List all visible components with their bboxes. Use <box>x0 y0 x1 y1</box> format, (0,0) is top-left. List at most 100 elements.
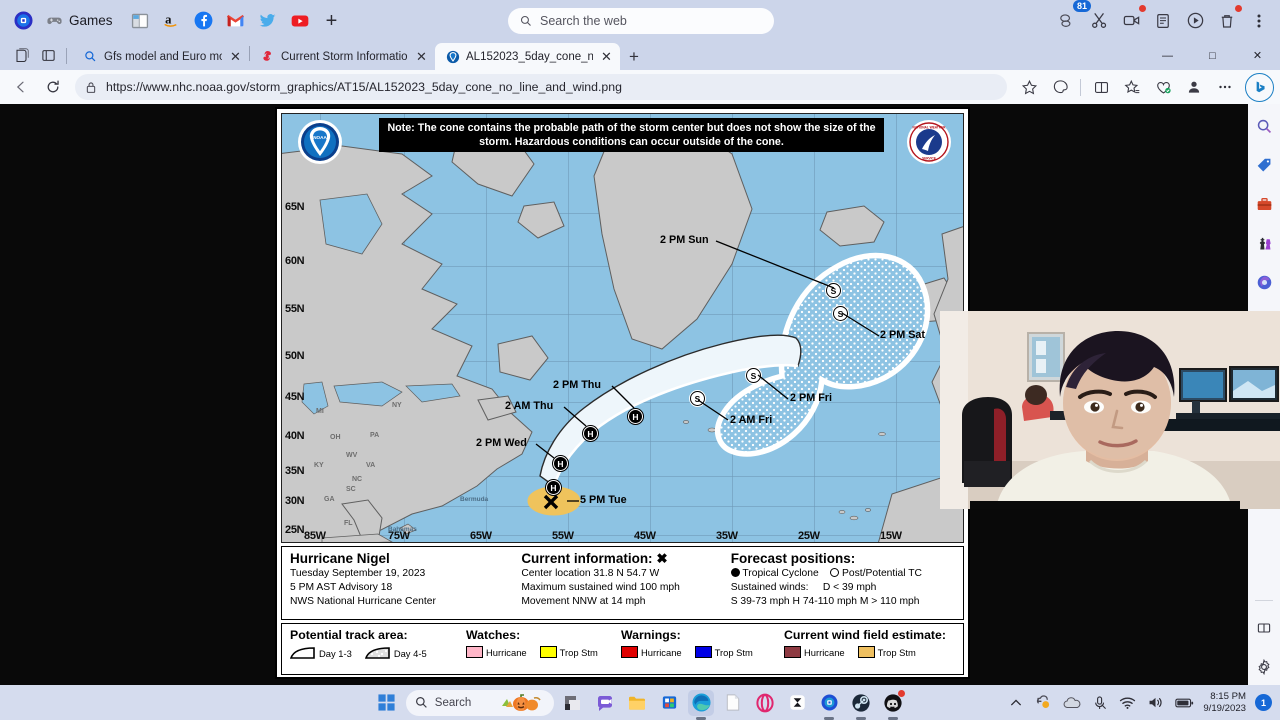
label-2pm-thu: 2 PM Thu <box>553 379 601 391</box>
window-controls: — □ ✕ <box>1145 41 1280 70</box>
windows-taskbar: Search 8:15 PM 9/19/2023 1 <box>0 685 1280 720</box>
tab-close-icon[interactable]: ✕ <box>599 49 614 65</box>
search-the-web-box[interactable]: Search the web <box>508 8 774 34</box>
volume-icon[interactable] <box>1146 693 1165 712</box>
split-pane-icon[interactable] <box>1252 616 1276 640</box>
games-chess-icon[interactable] <box>1252 231 1276 255</box>
maximize-button[interactable]: □ <box>1190 41 1235 70</box>
settings-gear-icon[interactable] <box>1252 655 1276 679</box>
wind-trop-swatch <box>857 646 875 658</box>
url-omnibox[interactable]: https://www.nhc.noaa.gov/storm_graphics/… <box>75 74 1007 100</box>
tab-current-storm-information[interactable]: Current Storm Information | Trop ✕ <box>250 43 435 70</box>
notification-badge[interactable]: 1 <box>1255 694 1272 711</box>
state-label-nc: NC <box>352 476 363 483</box>
post-potential-label: Post/Potential TC <box>842 567 922 579</box>
show-hidden-icons[interactable] <box>1007 694 1025 712</box>
more-vertical-icon[interactable] <box>1244 6 1274 36</box>
browser-essentials-icon[interactable] <box>1148 73 1178 101</box>
potential-track-legend: Potential track area: Day 1-3 Day 4-5 <box>282 624 458 674</box>
noaa-logo: NOAA <box>298 120 342 164</box>
storm-movement: Movement NNW at 14 mph <box>521 595 646 607</box>
back-button[interactable] <box>6 73 36 101</box>
profile-avatar[interactable] <box>8 6 38 36</box>
split-screen-icon[interactable] <box>1086 73 1116 101</box>
discord-notification-dot <box>898 689 906 697</box>
file-explorer-dark-icon[interactable] <box>560 690 586 716</box>
state-label-pa: PA <box>370 432 380 439</box>
taskbar-items: Search <box>374 689 906 720</box>
clipboard-icon[interactable] <box>1148 6 1178 36</box>
address-toolbar: https://www.nhc.noaa.gov/storm_graphics/… <box>0 70 1280 104</box>
play-icon[interactable] <box>1180 6 1210 36</box>
microsoft-store-icon[interactable] <box>656 690 682 716</box>
microphone-icon[interactable] <box>1090 693 1109 712</box>
lon-label-55w: 55W <box>552 530 574 542</box>
close-button[interactable]: ✕ <box>1235 41 1280 70</box>
shopping-tag-icon[interactable] <box>1252 153 1276 177</box>
storm-advisory: 5 PM AST Advisory 18 <box>290 581 393 593</box>
tab-close-icon[interactable]: ✕ <box>228 49 243 65</box>
favorite-star-icon[interactable] <box>1014 73 1044 101</box>
tools-icon[interactable] <box>1252 192 1276 216</box>
warnings-title: Warnings: <box>621 628 681 642</box>
collections-favorite[interactable] <box>125 6 155 36</box>
edge-dev-icon[interactable] <box>816 690 842 720</box>
games-link[interactable]: Games <box>40 9 123 32</box>
add-favorite-button[interactable]: + <box>317 6 347 36</box>
gmail-favorite[interactable] <box>221 6 251 36</box>
profile-icon[interactable] <box>1179 73 1209 101</box>
amazon-favorite[interactable]: a <box>157 6 187 36</box>
minimize-button[interactable]: — <box>1145 41 1190 70</box>
capcut-icon[interactable] <box>784 690 810 716</box>
youtube-favorite[interactable] <box>285 6 315 36</box>
place-label-bahamas: Bahamas <box>388 526 417 533</box>
taskbar-clock[interactable]: 8:15 PM 9/19/2023 <box>1203 691 1246 714</box>
steam-icon[interactable] <box>848 690 874 720</box>
current-information-title: Current information: ✖ <box>521 551 716 567</box>
wifi-icon[interactable] <box>1118 693 1137 712</box>
running-indicator <box>888 717 899 720</box>
discord-icon[interactable] <box>880 689 906 720</box>
tab-actions-icon[interactable] <box>8 42 35 69</box>
widgets-pumpkin-icon[interactable] <box>500 693 542 712</box>
microsoft-edge-icon[interactable] <box>688 689 715 720</box>
tab-close-icon[interactable]: ✕ <box>414 49 429 65</box>
tab-al152023-cone-image[interactable]: AL152023_5day_cone_no_line_an ✕ <box>435 43 620 70</box>
wind-trop-item: Trop Stm <box>857 646 916 658</box>
record-camera-icon[interactable] <box>1116 4 1146 36</box>
trash-icon[interactable] <box>1212 4 1242 36</box>
storm-identity-column: Hurricane Nigel Tuesday September 19, 20… <box>282 547 513 619</box>
file-explorer-icon[interactable] <box>624 690 650 716</box>
copilot-icon[interactable] <box>1252 270 1276 294</box>
bing-chat-icon[interactable] <box>1245 72 1274 102</box>
tropical-cyclone-label: Tropical Cyclone <box>742 567 819 579</box>
clipchamp-icon[interactable]: 81 <box>1052 0 1091 36</box>
teams-chat-icon[interactable] <box>592 690 618 716</box>
hurricane-icon <box>260 49 275 64</box>
label-2pm-wed: 2 PM Wed <box>476 437 527 449</box>
battery-icon[interactable] <box>1174 693 1194 712</box>
onedrive-sync-icon[interactable] <box>1034 693 1053 712</box>
lon-label-85w: 85W <box>304 530 326 542</box>
tab-gfs-model[interactable]: Gfs model and Euro model - Sea ✕ <box>73 43 249 70</box>
settings-more-icon[interactable] <box>1210 73 1240 101</box>
opera-gx-icon[interactable] <box>752 690 778 716</box>
facebook-favorite[interactable] <box>189 6 219 36</box>
twitter-favorite[interactable] <box>253 6 283 36</box>
start-windows-icon[interactable] <box>374 690 400 716</box>
cloud-icon[interactable] <box>1062 693 1081 712</box>
favorites-list-icon[interactable] <box>1117 73 1147 101</box>
refresh-button[interactable] <box>38 73 68 101</box>
warn-hurricane-label: Hurricane <box>641 646 682 658</box>
search-icon[interactable] <box>1252 114 1276 138</box>
state-label-va: VA <box>366 462 376 469</box>
new-tab-button[interactable]: + <box>620 43 648 70</box>
warn-trop-label: Trop Stm <box>714 646 753 658</box>
state-label-ky: KY <box>314 462 324 469</box>
taskbar-search-box[interactable]: Search <box>405 689 555 716</box>
games-label: Games <box>69 13 113 28</box>
warnings-legend: Warnings: Hurricane Trop Stm <box>613 624 776 674</box>
vertical-tabs-icon[interactable] <box>35 42 62 69</box>
notepad-icon[interactable] <box>720 690 746 716</box>
collections-icon[interactable] <box>1045 73 1075 101</box>
